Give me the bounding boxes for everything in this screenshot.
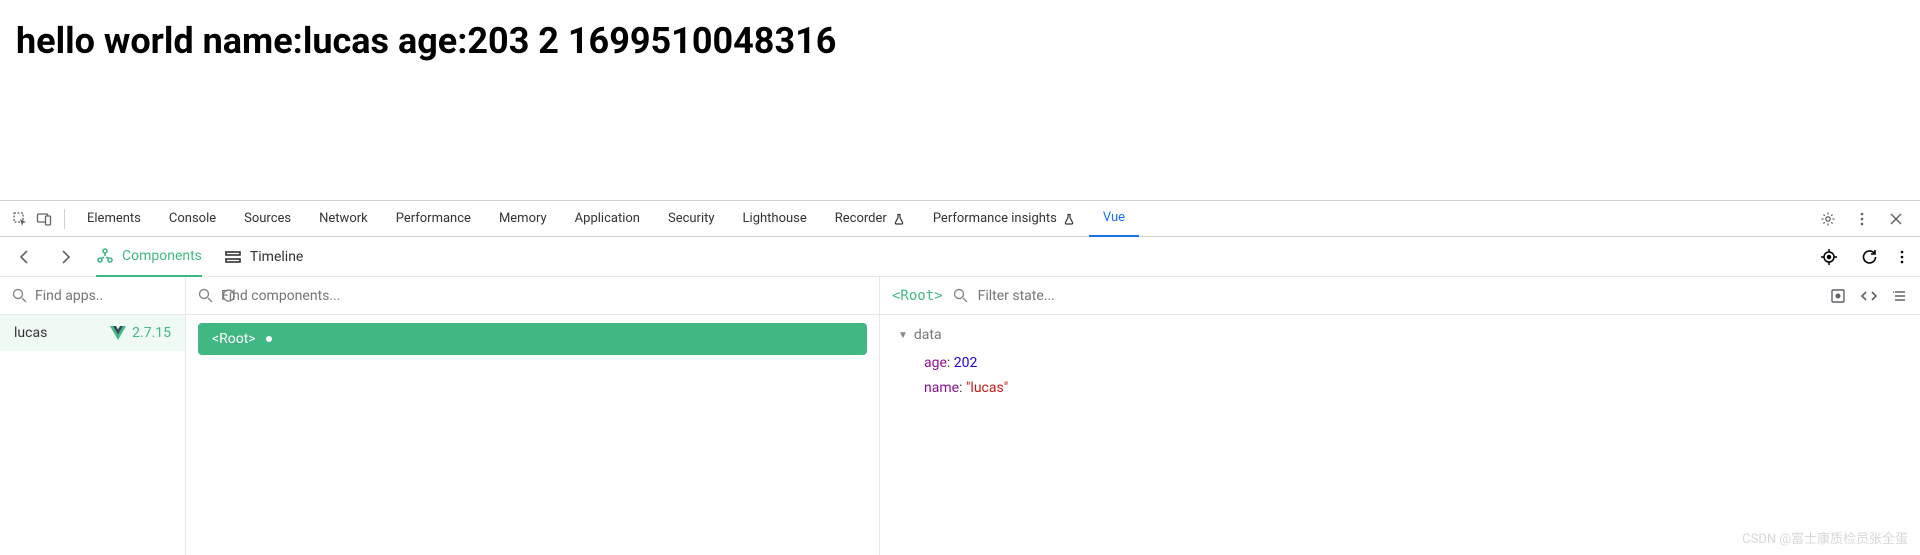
tab-performance[interactable]: Performance <box>382 201 485 237</box>
menu-icon[interactable] <box>1892 288 1908 304</box>
state-filter-input[interactable] <box>978 288 1820 304</box>
close-icon[interactable] <box>1884 207 1908 231</box>
tab-network[interactable]: Network <box>305 201 382 237</box>
forward-arrow-icon[interactable] <box>56 248 74 266</box>
inspect-icon[interactable] <box>8 207 32 231</box>
component-label: <Root> <box>212 331 256 347</box>
state-section[interactable]: ▼ data <box>898 327 1902 343</box>
tab-performance-insights[interactable]: Performance insights <box>919 201 1089 237</box>
devtools-panel: Elements Console Sources Network Perform… <box>0 200 1920 555</box>
state-body: ▼ data age: 202 name: "lucas" <box>880 315 1920 413</box>
components-icon <box>96 247 114 265</box>
state-kv-age[interactable]: age: 202 <box>898 351 1902 376</box>
component-tree-item[interactable]: <Root> <box>198 323 867 355</box>
watermark: CSDN @富士康质检员张全蛋 <box>1742 528 1908 547</box>
search-icon <box>12 288 27 303</box>
search-icon <box>953 288 968 303</box>
device-toggle-icon[interactable] <box>32 207 56 231</box>
vue-logo-icon <box>110 326 126 340</box>
tab-security[interactable]: Security <box>654 201 729 237</box>
vue-toolbar: Components Timeline <box>0 237 1920 277</box>
subtab-components[interactable]: Components <box>96 237 202 277</box>
flask-icon <box>1063 213 1075 225</box>
state-root-label: <Root> <box>892 288 943 304</box>
apps-column: lucas 2.7.15 <box>0 277 186 555</box>
state-key: age <box>924 355 947 371</box>
apps-search-row <box>0 277 185 315</box>
subtab-timeline[interactable]: Timeline <box>224 237 303 277</box>
components-search-row <box>186 277 879 315</box>
kebab-icon[interactable] <box>1850 207 1874 231</box>
state-value: "lucas" <box>966 380 1008 396</box>
state-header: <Root> <box>880 277 1920 315</box>
app-version: 2.7.15 <box>132 325 171 341</box>
app-item[interactable]: lucas 2.7.15 <box>0 315 185 351</box>
back-arrow-icon[interactable] <box>16 248 34 266</box>
components-search-input[interactable] <box>221 288 867 304</box>
tab-lighthouse[interactable]: Lighthouse <box>729 201 821 237</box>
tab-recorder[interactable]: Recorder <box>821 201 919 237</box>
state-kv-name[interactable]: name: "lucas" <box>898 376 1902 401</box>
tab-memory[interactable]: Memory <box>485 201 561 237</box>
page-heading: hello world name:lucas age:203 2 1699510… <box>16 20 1904 62</box>
state-key: name <box>924 380 959 396</box>
timeline-icon <box>224 248 242 266</box>
devtools-tabs-bar: Elements Console Sources Network Perform… <box>0 201 1920 237</box>
flask-icon <box>893 213 905 225</box>
target-icon[interactable] <box>1820 248 1838 266</box>
tab-elements[interactable]: Elements <box>73 201 155 237</box>
tab-vue[interactable]: Vue <box>1089 201 1139 237</box>
code-icon[interactable] <box>1860 288 1878 304</box>
app-name: lucas <box>14 325 47 341</box>
components-column: <Root> <box>186 277 880 555</box>
state-section-label: data <box>914 327 942 343</box>
caret-down-icon: ▼ <box>898 330 908 341</box>
subtab-label: Components <box>122 248 202 264</box>
refresh-icon[interactable] <box>1860 248 1878 266</box>
search-icon <box>198 288 213 303</box>
tab-application[interactable]: Application <box>561 201 654 237</box>
gear-icon[interactable] <box>1816 207 1840 231</box>
subtab-label: Timeline <box>250 249 303 265</box>
tab-console[interactable]: Console <box>155 201 230 237</box>
tab-sources[interactable]: Sources <box>230 201 305 237</box>
kebab-icon[interactable] <box>1900 249 1904 265</box>
state-column: <Root> <box>880 277 1920 555</box>
dot-icon <box>266 336 272 342</box>
scroll-to-icon[interactable] <box>1830 288 1846 304</box>
state-value: 202 <box>954 355 978 371</box>
